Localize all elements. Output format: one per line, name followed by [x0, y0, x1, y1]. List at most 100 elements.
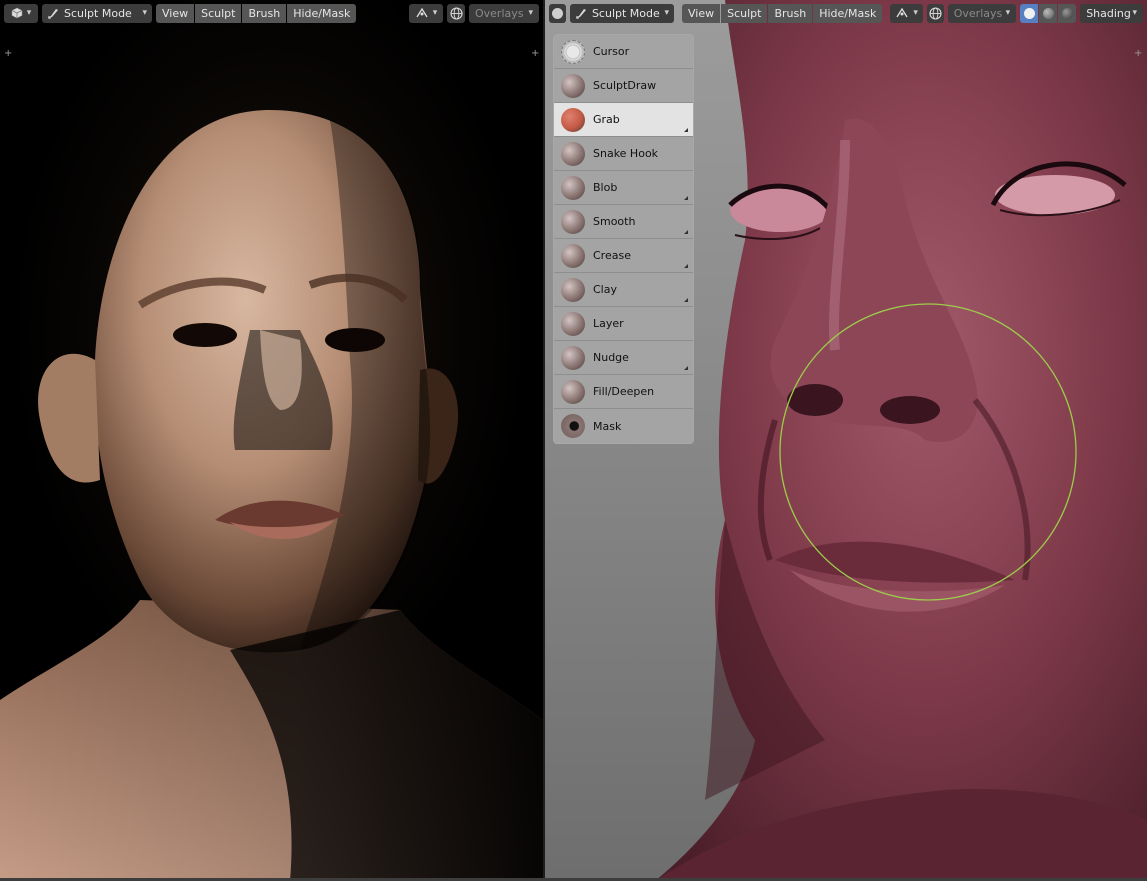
- mode-selector[interactable]: Sculpt Mode ▾: [569, 3, 675, 23]
- menu-sculpt[interactable]: Sculpt: [721, 3, 768, 23]
- overlays-label: Overlays: [953, 6, 1003, 20]
- tool-label: Cursor: [593, 45, 630, 58]
- tool-label: Fill/Deepen: [593, 385, 655, 398]
- mode-label: Sculpt Mode: [591, 6, 660, 20]
- sculpt-brush-toolbar: Cursor SculptDraw Grab Snake Hook Blob Smooth…: [553, 34, 694, 444]
- editor-type-selector[interactable]: [549, 3, 566, 23]
- menu-brush[interactable]: Brush: [242, 3, 287, 23]
- rendered-head-view[interactable]: [0, 0, 543, 881]
- tool-label: Mask: [593, 419, 622, 433]
- tool-smooth[interactable]: Smooth: [554, 205, 693, 239]
- tool-label: Blob: [593, 181, 618, 194]
- chevron-down-icon: ▾: [528, 8, 533, 18]
- editor-type-selector[interactable]: ▾: [4, 3, 38, 23]
- chevron-down-icon: ▾: [1005, 8, 1011, 18]
- brush-icon: [48, 9, 58, 19]
- tool-label: Nudge: [593, 351, 629, 364]
- submenu-indicator-icon: [684, 128, 688, 132]
- tool-label: Smooth: [593, 215, 636, 228]
- rendered-head-image: [0, 110, 543, 881]
- shading-mode-buttons: [1020, 3, 1077, 23]
- overlays-toggle[interactable]: [926, 3, 944, 23]
- submenu-indicator-icon: [684, 196, 688, 200]
- corner-plus-icon[interactable]: +: [531, 49, 539, 59]
- material-sphere-icon: [1042, 7, 1054, 19]
- tool-clay[interactable]: Clay: [554, 273, 693, 307]
- chevron-down-icon: ▾: [26, 8, 32, 18]
- menu-brush[interactable]: Brush: [768, 3, 813, 23]
- mode-selector[interactable]: Sculpt Mode ▾: [42, 3, 152, 23]
- tool-label: Layer: [593, 317, 624, 330]
- rendered-shading-button[interactable]: [1058, 3, 1077, 23]
- fill-deepen-icon: [561, 379, 585, 404]
- menu-hide-mask[interactable]: Hide/Mask: [813, 3, 883, 23]
- corner-plus-icon[interactable]: +: [1134, 49, 1142, 59]
- chevron-down-icon: ▾: [1132, 8, 1137, 18]
- tool-nudge[interactable]: Nudge: [554, 341, 693, 375]
- clay-icon: [561, 277, 585, 302]
- material-shading-button[interactable]: [1039, 3, 1058, 23]
- submenu-indicator-icon: [684, 230, 688, 234]
- mode-label: Sculpt Mode: [64, 6, 132, 20]
- submenu-indicator-icon: [684, 264, 688, 268]
- transform-icon: [896, 7, 908, 18]
- chevron-down-icon: ▾: [913, 8, 918, 18]
- shading-dropdown[interactable]: Shading ▾: [1080, 3, 1143, 23]
- gizmo-toggle[interactable]: ▾: [890, 3, 923, 23]
- left-viewport-header: ▾ Sculpt Mode ▾ View Sculpt Brush Hide/M…: [0, 0, 543, 26]
- corner-plus-icon[interactable]: +: [4, 49, 12, 59]
- overlays-toggle[interactable]: [447, 3, 465, 23]
- crease-icon: [561, 243, 585, 268]
- overlays-dropdown[interactable]: Overlays ▾: [469, 3, 539, 23]
- submenu-indicator-icon: [684, 298, 688, 302]
- blender-window: ▾ Sculpt Mode ▾ View Sculpt Brush Hide/M…: [0, 0, 1147, 881]
- header-menus: View Sculpt Brush Hide/Mask: [682, 3, 883, 23]
- brush-icon: [575, 9, 586, 19]
- tool-grab[interactable]: Grab: [554, 103, 693, 137]
- mask-icon: [561, 414, 585, 438]
- tool-label: Grab: [593, 113, 620, 126]
- globe-icon: [449, 6, 463, 20]
- cube-icon: [11, 7, 22, 19]
- menu-hide-mask[interactable]: Hide/Mask: [287, 3, 357, 23]
- overlays-dropdown[interactable]: Overlays ▾: [947, 3, 1017, 23]
- tool-label: Crease: [593, 249, 631, 262]
- left-viewport[interactable]: ▾ Sculpt Mode ▾ View Sculpt Brush Hide/M…: [0, 0, 543, 881]
- globe-icon: [929, 6, 942, 20]
- tool-label: Snake Hook: [593, 147, 659, 160]
- tool-label: SculptDraw: [593, 79, 657, 92]
- submenu-indicator-icon: [684, 366, 688, 370]
- shading-label: Shading: [1086, 6, 1131, 20]
- gizmo-toggle[interactable]: ▾: [409, 3, 443, 23]
- menu-sculpt[interactable]: Sculpt: [195, 3, 242, 23]
- tool-cursor[interactable]: Cursor: [554, 35, 693, 69]
- tool-label: Clay: [593, 283, 617, 296]
- chevron-down-icon: ▾: [432, 8, 438, 18]
- chevron-down-icon: ▾: [664, 8, 670, 18]
- solid-shading-button[interactable]: [1020, 3, 1039, 23]
- snake-hook-icon: [561, 141, 585, 166]
- menu-view[interactable]: View: [156, 3, 195, 23]
- area-divider[interactable]: [543, 0, 545, 881]
- transform-icon: [416, 7, 428, 18]
- sphere-icon: [551, 7, 563, 19]
- tool-crease[interactable]: Crease: [554, 239, 693, 273]
- tool-fill-deepen[interactable]: Fill/Deepen: [554, 375, 693, 409]
- tool-snake-hook[interactable]: Snake Hook: [554, 137, 693, 171]
- tool-blob[interactable]: Blob: [554, 171, 693, 205]
- right-viewport[interactable]: Sculpt Mode ▾ View Sculpt Brush Hide/Mas…: [545, 0, 1147, 881]
- right-viewport-header: Sculpt Mode ▾ View Sculpt Brush Hide/Mas…: [545, 0, 1147, 26]
- tool-layer[interactable]: Layer: [554, 307, 693, 341]
- rendered-sphere-icon: [1061, 7, 1073, 19]
- blob-icon: [561, 175, 585, 200]
- sculpt-draw-icon: [561, 73, 585, 98]
- menu-view[interactable]: View: [682, 3, 721, 23]
- solid-sphere-icon: [1023, 7, 1035, 19]
- overlays-label: Overlays: [475, 6, 524, 20]
- tool-mask[interactable]: Mask: [554, 409, 693, 443]
- layer-icon: [561, 311, 585, 336]
- tool-sculptdraw[interactable]: SculptDraw: [554, 69, 693, 103]
- chevron-down-icon: ▾: [142, 8, 147, 18]
- cursor-icon: [561, 39, 585, 64]
- nudge-icon: [561, 345, 585, 370]
